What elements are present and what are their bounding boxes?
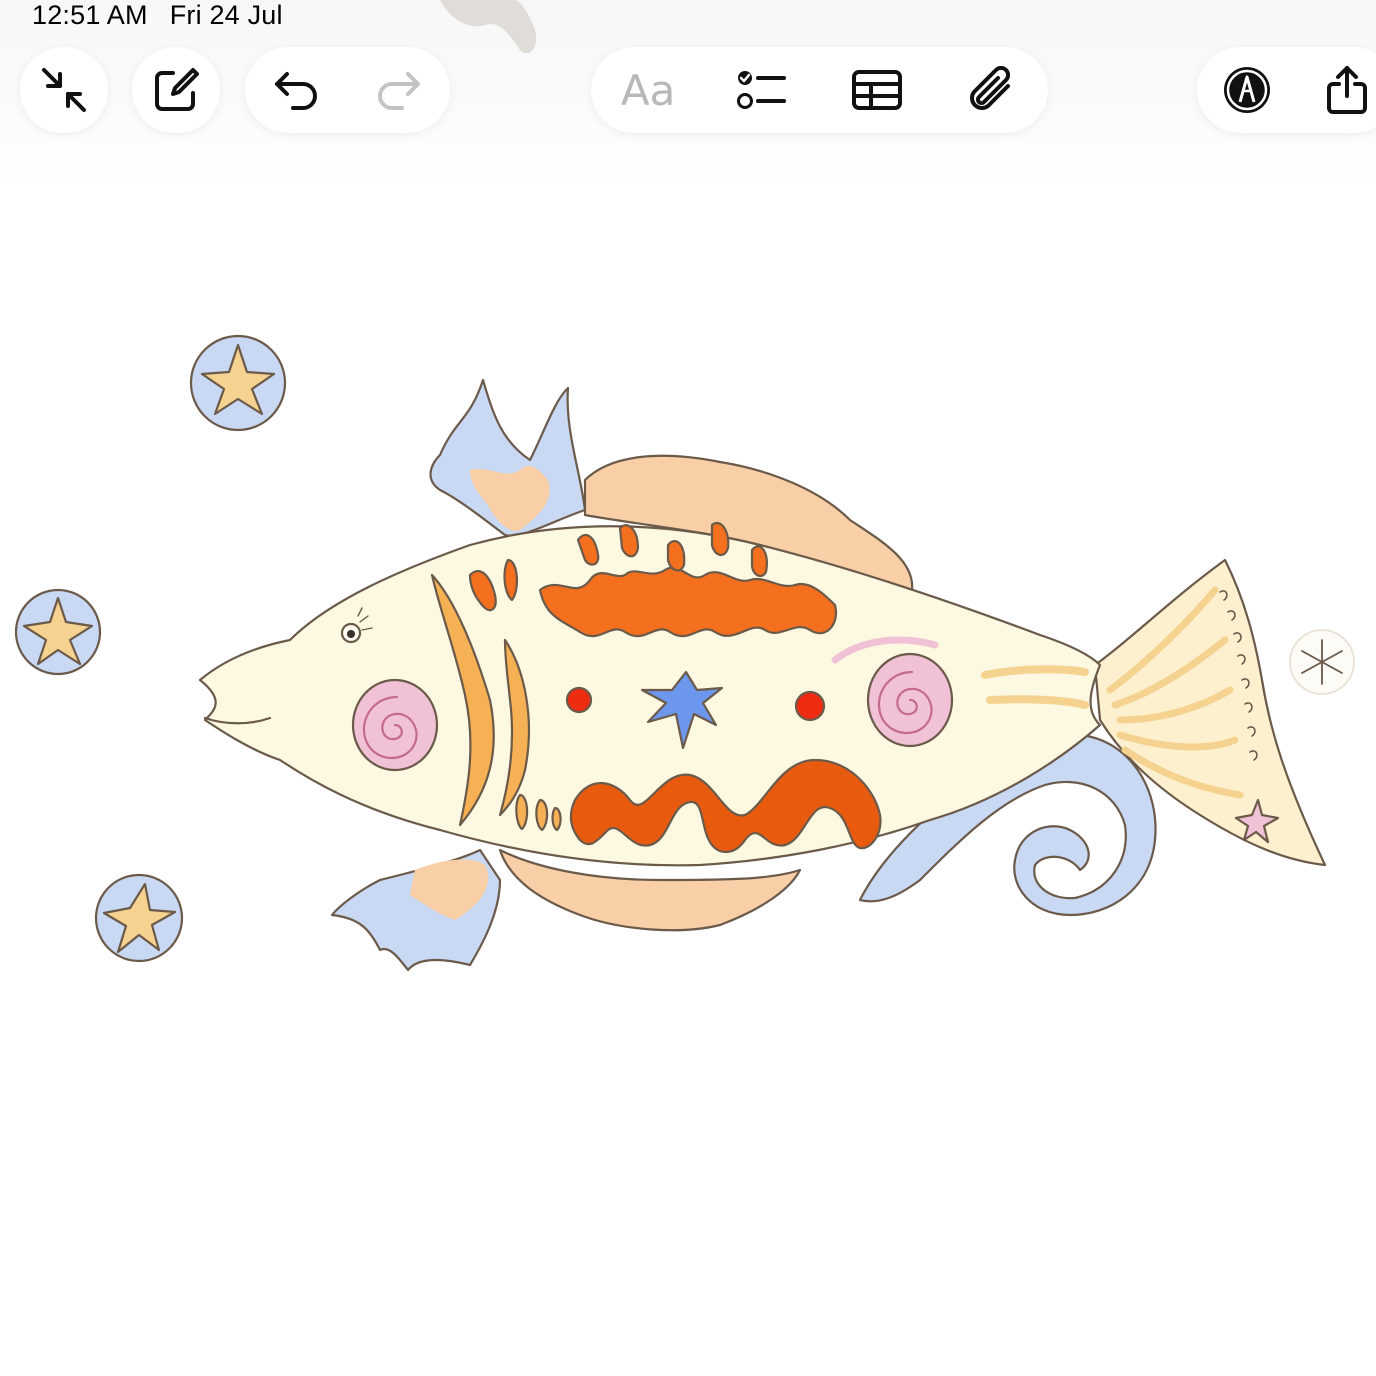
ink-splash <box>440 0 537 54</box>
redo-icon <box>377 72 420 110</box>
star-orb-middle-left <box>14 588 102 676</box>
undo-button[interactable] <box>261 55 331 125</box>
red-dot-right <box>794 690 826 722</box>
table-icon <box>851 70 902 110</box>
collapse-pill <box>20 47 108 133</box>
format-pill: Aa <box>591 47 1048 133</box>
share-icon <box>1327 66 1367 114</box>
status-date: Fri 24 Jul <box>169 0 283 30</box>
paperclip-icon <box>969 66 1010 110</box>
collapse-arrows-icon <box>42 68 86 112</box>
text-format-button[interactable]: Aa <box>613 55 683 125</box>
table-button[interactable] <box>842 55 912 125</box>
sparkle-right <box>1289 629 1355 695</box>
compose-note-icon <box>155 68 199 111</box>
collapse-button[interactable] <box>29 55 99 125</box>
status-bar: 12:51 AM Fri 24 Jul <box>32 0 283 30</box>
text-format-label: Aa <box>620 65 676 115</box>
checklist-button[interactable] <box>727 55 797 125</box>
status-time: 12:51 AM <box>32 0 148 30</box>
attachment-button[interactable] <box>956 55 1026 125</box>
share-button[interactable] <box>1312 55 1376 125</box>
compose-button[interactable] <box>141 55 211 125</box>
star-orb-top-left <box>189 334 287 432</box>
undo-icon <box>275 72 318 110</box>
redo-button[interactable] <box>364 55 434 125</box>
red-dot-left <box>565 686 593 714</box>
drawing-canvas[interactable] <box>0 185 1376 1376</box>
pink-swirl-left <box>351 678 439 772</box>
right-pill <box>1197 47 1376 133</box>
star-orb-bottom-left <box>94 873 184 963</box>
checklist-icon <box>737 71 787 109</box>
history-pill <box>245 47 450 133</box>
compose-pill <box>132 47 220 133</box>
markup-button[interactable] <box>1212 55 1282 125</box>
markup-pen-icon <box>1224 67 1270 113</box>
